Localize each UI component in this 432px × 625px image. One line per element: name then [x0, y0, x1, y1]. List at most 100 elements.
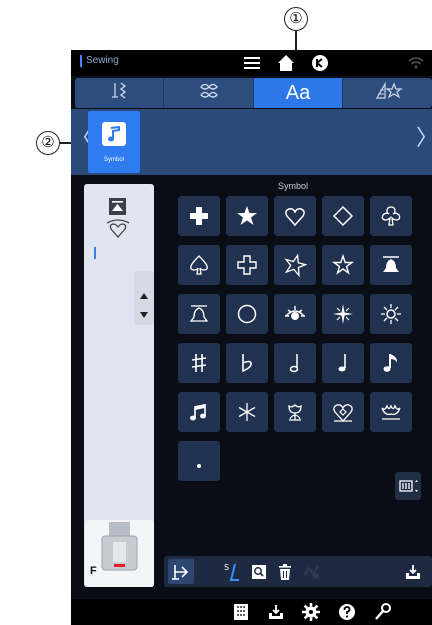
flat-icon — [242, 354, 252, 373]
star-solid-icon — [237, 206, 257, 225]
pattern-plus-outline[interactable] — [226, 245, 268, 285]
pattern-bell-outline[interactable] — [178, 294, 220, 334]
music-note-icon — [102, 122, 126, 146]
pattern-plus-bold[interactable] — [178, 196, 220, 236]
diamond-outline-icon — [332, 205, 354, 227]
go-to-top-icon[interactable] — [109, 198, 126, 215]
pattern-flat[interactable] — [226, 343, 268, 383]
callout-1: ① — [284, 7, 308, 31]
circle-outline-icon — [237, 304, 257, 324]
decorative-stitch-icon — [196, 80, 222, 106]
pattern-star-outline[interactable] — [274, 245, 316, 285]
pattern-asterisk[interactable] — [226, 392, 268, 432]
presser-foot-label: F — [90, 565, 97, 577]
pattern-star-outline-small[interactable] — [322, 245, 364, 285]
favorite-stitch-icon — [373, 80, 403, 106]
tab-utility-stitches[interactable] — [75, 78, 164, 108]
heart-stitch-preview-icon — [104, 217, 132, 243]
edit-toolbar: S — [164, 556, 432, 587]
pattern-sparkle[interactable] — [322, 294, 364, 334]
pattern-club-outline[interactable] — [370, 196, 412, 236]
scroll-up-icon[interactable] — [140, 284, 148, 303]
pattern-tulip[interactable] — [274, 392, 316, 432]
text-cursor — [94, 247, 96, 259]
tension-dial-icon[interactable] — [229, 601, 253, 623]
app-mode-label: Sewing — [80, 55, 119, 67]
home-icon[interactable] — [275, 52, 297, 74]
pattern-grid — [178, 196, 412, 481]
plus-outline-icon — [237, 255, 257, 275]
stitch-category-tabs: Aa — [75, 78, 432, 108]
club-outline-icon — [381, 206, 401, 226]
stitch-width-button[interactable] — [395, 472, 421, 500]
settings-gear-icon[interactable] — [299, 601, 323, 623]
heart-outline-icon — [285, 208, 305, 227]
eighth-note-icon — [383, 354, 398, 372]
bobbin-winder-icon[interactable] — [309, 52, 331, 74]
callout-2: ② — [36, 131, 60, 155]
scroll-down-icon[interactable] — [140, 303, 148, 322]
pattern-beamed-notes[interactable] — [178, 392, 220, 432]
period-icon — [197, 464, 201, 468]
heart-diamond-icon — [333, 404, 353, 422]
status-bar: Sewing — [71, 50, 432, 76]
star-outline-small-icon — [331, 253, 355, 275]
help-icon[interactable] — [335, 601, 359, 623]
tab-letters-label: Aa — [285, 81, 311, 104]
strip-next-button[interactable]: 〉 — [416, 109, 432, 175]
svg-text:S: S — [224, 563, 229, 572]
tab-favorite-stitches[interactable] — [343, 78, 432, 108]
pattern-bell-solid[interactable] — [370, 245, 412, 285]
tab-decorative-stitches[interactable] — [164, 78, 254, 108]
pattern-sun-half[interactable] — [274, 294, 316, 334]
maintenance-wrench-icon[interactable] — [371, 601, 395, 623]
bell-solid-icon — [383, 256, 399, 272]
pattern-circle-outline[interactable] — [226, 294, 268, 334]
pattern-quarter-note[interactable] — [322, 343, 364, 383]
crown-outline-icon — [381, 404, 401, 420]
pattern-heart-outline[interactable] — [274, 196, 316, 236]
sun-half-icon — [285, 306, 305, 320]
pattern-spade-outline[interactable] — [178, 245, 220, 285]
pattern-half-note[interactable] — [274, 343, 316, 383]
sunburst-icon — [381, 304, 401, 324]
beamed-notes-icon — [190, 404, 206, 421]
pattern-heart-diamond[interactable] — [322, 392, 364, 432]
category-symbol-button[interactable]: Symbol — [88, 111, 140, 173]
sparkle-icon — [333, 304, 353, 324]
tulip-icon — [288, 404, 302, 421]
category-strip: 〈 Symbol 〉 — [71, 109, 432, 175]
sharp-icon — [191, 354, 207, 372]
pattern-diamond-outline[interactable] — [322, 196, 364, 236]
stitch-preview-panel: F — [84, 184, 154, 587]
save-icon[interactable] — [400, 559, 426, 584]
category-symbol-label: Symbol — [103, 157, 124, 163]
plus-bold-icon — [190, 207, 208, 225]
delete-icon[interactable] — [272, 559, 298, 584]
pattern-sharp[interactable] — [178, 343, 220, 383]
wifi-icon[interactable] — [405, 52, 427, 74]
sewing-machine-screen: Sewing Aa 〈 Symbol F Symbol S — [71, 50, 432, 625]
pattern-crown-outline[interactable] — [370, 392, 412, 432]
pattern-panel-title: Symbol — [277, 181, 308, 191]
quarter-note-icon — [338, 354, 346, 372]
tab-letters[interactable]: Aa — [254, 78, 343, 108]
pattern-sunburst[interactable] — [370, 294, 412, 334]
letter-size-icon[interactable]: S — [220, 559, 246, 584]
mirror-edit-icon[interactable] — [168, 559, 194, 584]
memory-disabled-icon[interactable] — [298, 559, 324, 584]
bell-outline-icon — [189, 305, 209, 322]
scroll-control[interactable] — [134, 271, 154, 325]
menu-icon[interactable] — [241, 52, 263, 74]
bottom-bar — [71, 599, 432, 625]
check-stitch-icon[interactable] — [246, 559, 272, 584]
download-icon[interactable] — [264, 601, 288, 623]
pattern-period[interactable] — [178, 441, 220, 481]
asterisk-icon — [238, 403, 256, 421]
pattern-eighth-note[interactable] — [370, 343, 412, 383]
star-outline-icon — [284, 253, 307, 277]
strip-prev-button[interactable]: 〈 — [71, 109, 93, 175]
pattern-star-solid[interactable] — [226, 196, 268, 236]
spade-outline-icon — [190, 255, 208, 275]
utility-stitch-icon — [106, 80, 132, 106]
